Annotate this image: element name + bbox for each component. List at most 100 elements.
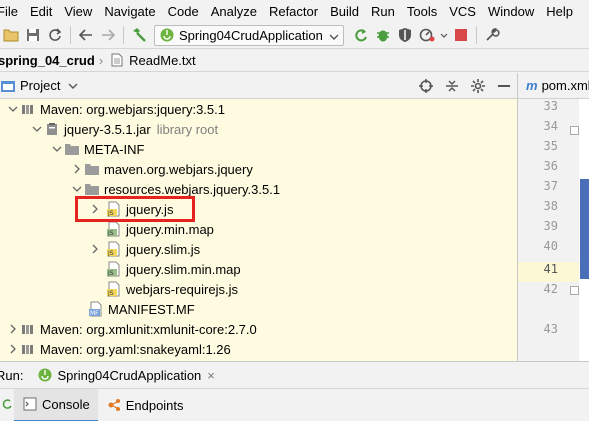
js-file-icon: JS [106, 281, 122, 297]
hide-panel-icon[interactable] [491, 75, 517, 97]
settings-wrench-icon[interactable] [481, 24, 503, 46]
tree-node-label: MANIFEST.MF [108, 301, 195, 317]
tree-node-jquery-slim-min-map[interactable]: JS jquery.slim.min.map [106, 259, 241, 279]
tree-node-maven-xmlunit[interactable]: Maven: org.xmlunit:xmlunit-core:2.7.0 [6, 319, 257, 339]
tree-node-maven-jquery[interactable]: Maven: org.webjars:jquery:3.5.1 [6, 99, 225, 119]
forward-arrow-icon[interactable] [97, 24, 119, 46]
menu-analyze[interactable]: Analyze [205, 4, 263, 19]
breadcrumb-file[interactable]: ReadMe.txt [129, 53, 195, 68]
line-number: 35 [543, 139, 558, 153]
line-number: 43 [543, 322, 558, 336]
gear-icon[interactable] [465, 75, 491, 97]
save-all-icon[interactable] [22, 24, 44, 46]
tab-endpoints[interactable]: Endpoints [98, 389, 192, 421]
tab-console[interactable]: Console [14, 388, 98, 421]
library-icon [20, 321, 36, 337]
menu-edit[interactable]: Edit [24, 4, 58, 19]
toolbar-separator [123, 26, 124, 44]
line-number: 36 [543, 159, 558, 173]
tab-label: Console [42, 396, 90, 412]
line-number: 33 [543, 99, 558, 113]
console-icon [22, 396, 38, 412]
collapsed-chevron-icon[interactable] [6, 319, 20, 339]
fold-marker-icon[interactable] [570, 123, 579, 138]
map-file-icon: JS [106, 221, 122, 237]
back-arrow-icon[interactable] [75, 24, 97, 46]
svg-text:JS: JS [107, 250, 114, 257]
tree-node-jquery-min-map[interactable]: JS jquery.min.map [106, 219, 214, 239]
js-file-icon: JS [106, 241, 122, 257]
menu-run[interactable]: Run [365, 4, 401, 19]
locate-target-icon[interactable] [413, 75, 439, 97]
tree-node-label: jquery.slim.min.map [126, 261, 241, 277]
expanded-chevron-icon[interactable] [50, 139, 64, 159]
tab-pom-xml[interactable]: m pom.xml [526, 78, 589, 93]
collapsed-chevron-icon[interactable] [88, 239, 102, 259]
text-file-icon [109, 52, 125, 68]
menu-code[interactable]: Code [162, 4, 205, 19]
run-config-tab[interactable]: Spring04CrudApplication × [37, 367, 215, 383]
project-view-selector[interactable]: Project [0, 78, 78, 94]
svg-text:JS: JS [107, 290, 114, 297]
menu-view[interactable]: View [58, 4, 98, 19]
collapsed-chevron-icon[interactable] [6, 339, 20, 359]
tree-node-manifest-mf[interactable]: MF MANIFEST.MF [88, 299, 195, 319]
menu-file[interactable]: File [0, 4, 24, 19]
close-icon[interactable]: × [207, 368, 215, 383]
breadcrumb-project[interactable]: spring_04_crud [0, 53, 95, 68]
folder-icon [84, 161, 100, 177]
stop-icon[interactable] [450, 24, 472, 46]
chevron-down-icon [329, 28, 339, 43]
project-panel-header: Project [0, 73, 517, 99]
collapse-all-icon[interactable] [439, 75, 465, 97]
line-number: 39 [543, 219, 558, 233]
build-hammer-icon[interactable] [128, 24, 150, 46]
tree-node-maven-org-webjars-jquery[interactable]: maven.org.webjars.jquery [70, 159, 253, 179]
sync-icon[interactable] [44, 24, 66, 46]
menu-window[interactable]: Window [482, 4, 540, 19]
endpoints-icon [106, 397, 122, 413]
toolbar-separator [70, 26, 71, 44]
profiler-icon[interactable] [416, 24, 438, 46]
tree-node-label: webjars-requirejs.js [126, 281, 238, 297]
menu-vcs[interactable]: VCS [443, 4, 482, 19]
editor-tab-bar: m pom.xml [517, 73, 589, 99]
code-area[interactable] [579, 99, 589, 361]
debug-bug-icon[interactable] [372, 24, 394, 46]
run-configuration-label: Spring04CrudApplication [179, 27, 323, 43]
menu-tools[interactable]: Tools [401, 4, 443, 19]
svg-text:JS: JS [107, 230, 114, 237]
rerun-side-icon[interactable] [0, 398, 14, 412]
tree-node-jquery-slim-js[interactable]: JS jquery.slim.js [88, 239, 200, 259]
expanded-chevron-icon[interactable] [6, 99, 20, 119]
menu-help[interactable]: Help [540, 4, 579, 19]
manifest-file-icon: MF [88, 301, 104, 317]
run-label: Run: [0, 367, 24, 383]
tree-node-jquery-jar[interactable]: jquery-3.5.1.jar library root [30, 119, 218, 139]
tree-node-maven-snakeyaml[interactable]: Maven: org.yaml:snakeyaml:1.26 [6, 339, 231, 359]
library-icon [20, 341, 36, 357]
tree-node-meta-inf[interactable]: META-INF [50, 139, 144, 159]
tree-node-label: Maven: org.webjars:jquery:3.5.1 [40, 101, 225, 117]
line-number: 42 [543, 282, 558, 296]
project-panel-title: Project [20, 78, 61, 93]
tree-node-webjars-requirejs-js[interactable]: JS webjars-requirejs.js [106, 279, 238, 299]
menu-build[interactable]: Build [324, 4, 365, 19]
run-configuration-select[interactable]: Spring04CrudApplication [154, 24, 344, 46]
run-more-chevron-icon[interactable] [438, 24, 450, 46]
menu-navigate[interactable]: Navigate [98, 4, 161, 19]
fold-marker-icon[interactable] [570, 283, 579, 298]
tree-node-label: Maven: org.yaml:snakeyaml:1.26 [40, 341, 231, 357]
expanded-chevron-icon[interactable] [30, 119, 44, 139]
menu-refactor[interactable]: Refactor [263, 4, 324, 19]
open-folder-icon[interactable] [0, 24, 22, 46]
folder-icon [84, 181, 100, 197]
run-sub-tabs: Console Endpoints [0, 388, 589, 421]
rerun-icon[interactable] [350, 24, 372, 46]
line-number: 40 [543, 239, 558, 253]
tree-node-label: jquery.slim.js [126, 241, 201, 257]
tab-label: Endpoints [125, 397, 184, 413]
coverage-icon[interactable] [394, 24, 416, 46]
tree-node-label: jquery-3.5.1.jar [64, 121, 151, 137]
collapsed-chevron-icon[interactable] [70, 159, 84, 179]
